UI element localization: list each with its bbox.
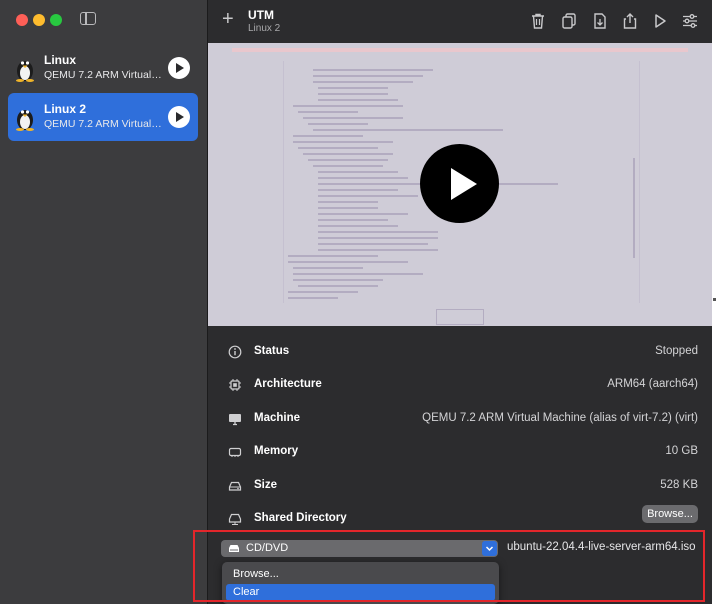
cd-dvd-dropdown-menu: Browse... Clear	[222, 562, 499, 604]
info-row-memory: Memory 10 GB	[208, 436, 712, 469]
memory-value: 10 GB	[665, 445, 698, 457]
size-value: 528 KB	[660, 479, 698, 491]
toolbar: + UTM Linux 2	[208, 0, 712, 43]
cd-dvd-label: CD/DVD	[246, 542, 289, 554]
memory-label: Memory	[254, 445, 299, 457]
info-row-shared-directory: Shared Directory Browse...	[208, 503, 712, 536]
vm-item-linux[interactable]: Linux QEMU 7.2 ARM Virtual Machine	[8, 44, 198, 92]
memory-icon	[228, 447, 242, 457]
clone-icon[interactable]	[560, 12, 578, 30]
add-vm-button[interactable]: +	[222, 9, 234, 29]
vm-name: Linux	[44, 53, 76, 67]
cd-dvd-image-name: ubuntu-22.04.4-live-server-arm64.iso	[507, 541, 696, 553]
cd-dvd-select[interactable]: CD/DVD	[221, 540, 498, 557]
zoom-window-button[interactable]	[50, 14, 62, 26]
vm-play-icon[interactable]	[168, 57, 190, 79]
vm-play-icon[interactable]	[168, 106, 190, 128]
vm-info-panel: Status Stopped Architecture ARM64 (aarch…	[208, 326, 712, 604]
cpu-icon	[229, 379, 241, 391]
vm-description: QEMU 7.2 ARM Virtual Machine	[44, 118, 162, 130]
disc-drive-icon	[229, 545, 239, 552]
shared-directory-browse-button[interactable]: Browse...	[642, 505, 698, 523]
drive-icon	[228, 481, 242, 491]
info-row-machine: Machine QEMU 7.2 ARM Virtual Machine (al…	[208, 403, 712, 436]
shared-drive-icon	[228, 513, 242, 525]
sidebar-icon[interactable]	[80, 12, 96, 25]
play-icon[interactable]	[651, 12, 669, 30]
vm-screen-preview[interactable]	[208, 43, 712, 326]
architecture-value: ARM64 (aarch64)	[607, 378, 698, 390]
sidebar: Linux QEMU 7.2 ARM Virtual Machine Linux…	[0, 0, 208, 604]
monitor-icon	[229, 414, 241, 426]
machine-label: Machine	[254, 412, 301, 424]
info-row-status: Status Stopped	[208, 336, 712, 369]
share-file-icon[interactable]	[591, 12, 609, 30]
vm-name: Linux 2	[44, 102, 87, 116]
vm-subtitle: Linux 2	[248, 23, 281, 34]
start-vm-play-icon[interactable]	[420, 144, 499, 223]
chevron-down-icon[interactable]	[482, 541, 497, 556]
close-window-button[interactable]	[16, 14, 28, 26]
app-title: UTM	[248, 8, 274, 22]
vm-description: QEMU 7.2 ARM Virtual Machine	[44, 69, 162, 81]
trash-icon[interactable]	[529, 12, 547, 30]
share-icon[interactable]	[621, 12, 639, 30]
menu-item-clear[interactable]: Clear	[226, 584, 495, 601]
preview-buttons	[436, 309, 484, 325]
info-circle-icon	[228, 345, 242, 359]
minimize-window-button[interactable]	[33, 14, 45, 26]
info-row-size: Size 528 KB	[208, 470, 712, 503]
menu-item-browse[interactable]: Browse...	[226, 566, 495, 583]
status-label: Status	[254, 345, 290, 357]
shared-directory-label: Shared Directory	[254, 512, 347, 524]
tux-icon	[16, 110, 34, 131]
machine-value: QEMU 7.2 ARM Virtual Machine (alias of v…	[422, 412, 698, 424]
edge-mark	[713, 298, 716, 301]
status-value: Stopped	[655, 345, 698, 357]
settings-icon[interactable]	[681, 12, 699, 30]
main-pane: + UTM Linux 2 Status Stopped Architectur…	[208, 0, 712, 604]
info-row-architecture: Architecture ARM64 (aarch64)	[208, 369, 712, 402]
preview-title-bar	[232, 48, 688, 52]
utm-window: Linux QEMU 7.2 ARM Virtual Machine Linux…	[0, 0, 712, 604]
vm-item-linux-2[interactable]: Linux 2 QEMU 7.2 ARM Virtual Machine	[8, 93, 198, 141]
architecture-label: Architecture	[254, 378, 322, 390]
tux-icon	[16, 61, 34, 82]
size-label: Size	[254, 479, 278, 491]
